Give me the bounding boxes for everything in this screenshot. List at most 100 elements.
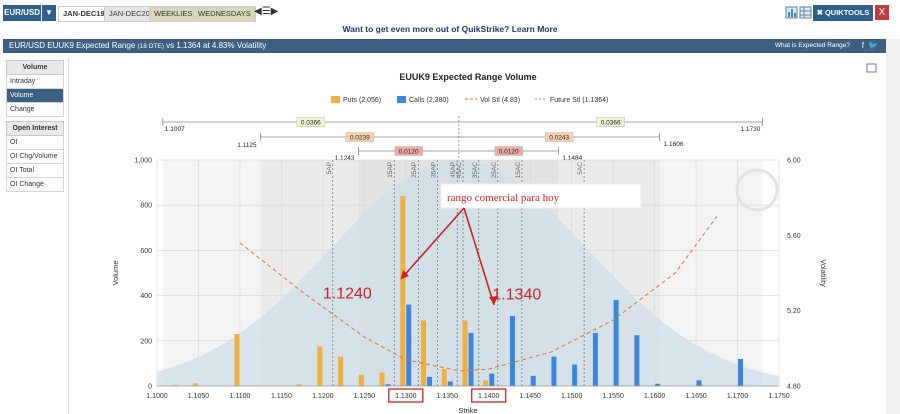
facebook-icon[interactable]: f [862,41,864,51]
x-tick-label: 1.1400 [478,393,500,400]
tab-scroll-arrows[interactable]: ◀☰▶ [254,6,278,17]
range-width-left: 0.0239 [350,135,370,142]
sidebar-item-oi-chg-volume[interactable]: OI Chg/Volume [6,150,64,164]
call-bar [530,375,536,386]
call-bar [738,358,744,386]
put-bar [358,374,364,386]
x-tick-label: 1.1100 [229,393,250,400]
y-tick-label: 600 [140,248,152,255]
sidebar-item-change[interactable]: Change [6,103,64,117]
x-axis-title: Strike [458,406,477,414]
chart-panel: EUUK9 Expected Range Volume Puts (2,056) C… [68,58,887,414]
range-width-left: 0.0366 [301,120,321,127]
symbol-selector[interactable]: EUR/USD [3,5,41,21]
y-tick-label: 800 [140,203,152,210]
tab-jan-dec19[interactable]: JAN-DEC19 [58,6,110,22]
tab-wednesdays[interactable]: WEDNESDAYS [193,6,256,22]
put-bar [192,383,198,386]
strike-delta-label: 25AC [491,162,498,179]
put-bar [234,334,240,386]
call-bar [447,381,453,386]
strike-delta-label: 25AP [411,162,418,178]
sidebar-group-open-interest: Open Interest [6,121,64,136]
chart-title: EUUK9 Expected Range Volume [399,72,536,82]
title-main: EUR/USD EUUK9 Expected Range [9,41,136,50]
grid-icon[interactable] [799,6,812,19]
annotation-value: 1.1340 [492,286,541,303]
call-bar [572,364,578,386]
y-axis-title: Volume [111,260,120,285]
legend-vol: Vol Stl (4.83) [480,97,520,104]
x-tick-label: 1.1450 [519,393,541,400]
sidebar-item-oi[interactable]: OI [6,136,64,150]
sidebar-item-volume[interactable]: Volume [6,89,64,103]
x-tick-label: 1.1050 [188,393,210,400]
call-bar [592,332,598,386]
expected-range-chart: EUUK9 Expected Range Volume Puts (2,056) C… [111,63,877,414]
right-scrollbar[interactable] [886,39,900,414]
quicktools-label: QUIKTOOLS [824,8,870,17]
legend-swatch-calls [397,96,406,103]
put-bar [379,372,385,386]
promo-banner[interactable]: Want to get even more out of QuikStrike?… [0,24,900,34]
y-tick-label: 400 [140,293,152,300]
sidebar-item-oi-total[interactable]: OI Total [6,164,64,178]
x-tick-label: 1.1550 [602,393,624,400]
legend-swatch-puts [331,96,340,103]
panel-title-bar: EUR/USD EUUK9 Expected Range (18 DTE) vs… [3,39,886,53]
strike-delta-label: 45AC [456,162,463,179]
top-toolbar: EUR/USD ▼ JAN-DEC19 JAN-DEC20 WEEKLIES W… [0,5,900,33]
x-tick-label: 1.1650 [685,393,707,400]
range-low-label: 1.1125 [237,142,257,149]
symbol-dropdown-icon[interactable]: ▼ [42,5,56,21]
put-bar [421,320,427,386]
y-tick-label: 200 [140,338,152,345]
tab-jan-dec20[interactable]: JAN-DEC20 [104,6,155,22]
sidebar-item-intraday[interactable]: Intraday [6,75,64,89]
range-width-right: 0.0366 [601,120,621,127]
y2-tick-label: 5.20 [787,308,801,315]
call-bar [427,376,433,386]
title-vol: vs 1.1364 at 4.83% Volatility [166,41,267,50]
range-low-label: 1.1007 [165,126,185,133]
x-tick-label: 1.1300 [395,393,417,400]
strike-delta-label: 15AP [387,162,394,178]
call-bar [489,373,495,386]
chart-icon[interactable] [785,6,798,19]
x-tick-label: 1.1000 [146,393,168,400]
quicktools-button[interactable]: ✖ QUIKTOOLS ▼ [813,5,873,33]
y2-tick-label: 6.00 [787,158,801,165]
title-dte: (18 DTE) [137,43,164,50]
sidebar-group-volume: Volume [6,60,64,75]
y-tick-label: 1,000 [134,158,152,165]
x-tick-label: 1.1750 [768,393,790,400]
x-tick-label: 1.1150 [271,393,292,400]
range-width-left: 0.0120 [399,149,419,156]
y-tick-label: 0 [148,384,152,391]
close-button[interactable]: X [875,5,889,20]
put-bar [462,320,468,386]
y2-tick-label: 5.60 [787,233,801,240]
x-tick-label: 1.1250 [354,393,376,400]
sidebar-item-oi-change[interactable]: OI Change [6,178,64,192]
what-is-expected-range-link[interactable]: What is Expected Range? [775,39,850,53]
range-width-right: 0.0120 [499,149,519,156]
annotation-value: 1.1240 [323,285,372,302]
put-bar [441,369,447,386]
range-high-label: 1.1730 [741,126,761,133]
call-bar [406,304,412,386]
y2-tick-label: 4.80 [787,384,801,391]
range-width-right: 0.0243 [549,135,569,142]
strike-delta-label: 5AP [326,162,333,174]
strike-delta-label: 35AP [430,162,437,178]
panel-title: EUR/USD EUUK9 Expected Range (18 DTE) vs… [9,39,266,54]
x-tick-label: 1.1700 [727,393,749,400]
call-bar [634,335,640,386]
annotation-text: rango comercial para hoy [447,192,560,204]
call-bar [613,300,619,386]
x-tick-label: 1.1200 [312,393,334,400]
tab-weeklies[interactable]: WEEKLIES [149,6,198,22]
put-bar [338,356,344,386]
x-tick-label: 1.1500 [561,393,583,400]
twitter-icon[interactable]: 🐦 [868,41,878,51]
